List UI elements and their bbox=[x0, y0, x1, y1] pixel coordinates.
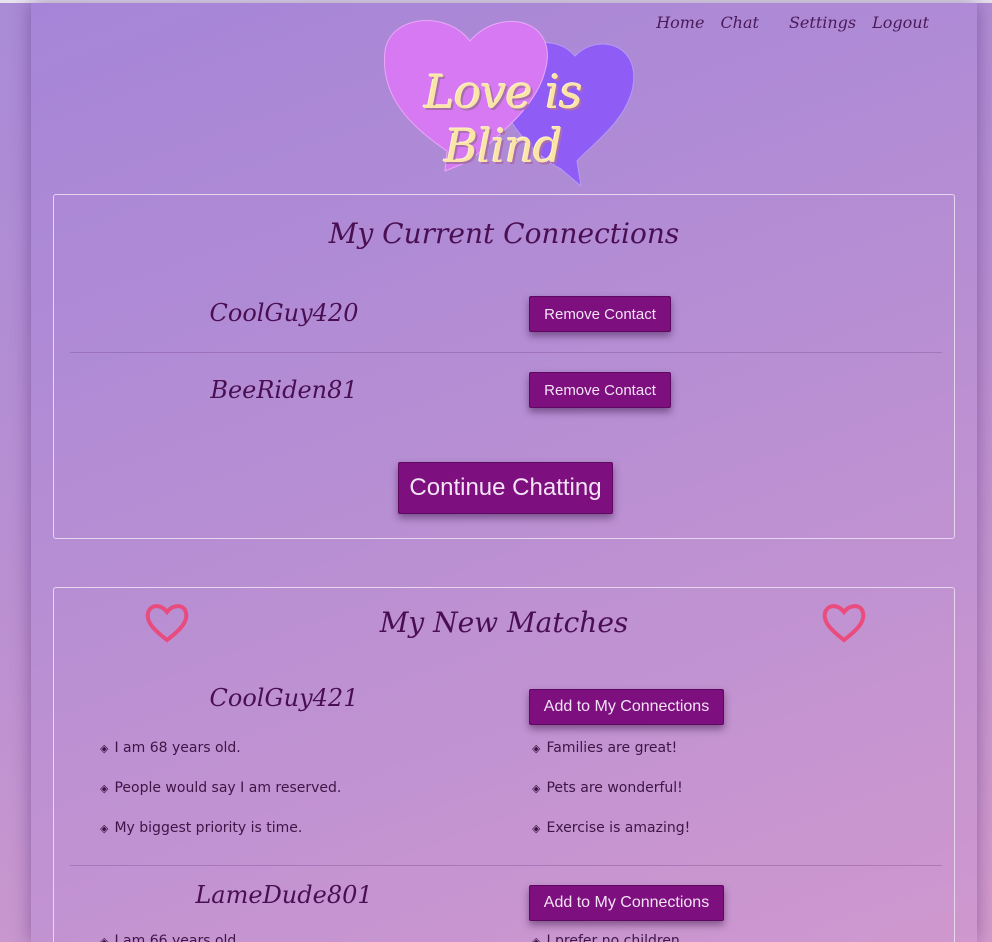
row-divider bbox=[70, 865, 942, 866]
page-container: Home Chat Settings Logout Love is Blind … bbox=[31, 3, 977, 942]
logo-text: Love is Blind bbox=[424, 65, 582, 173]
add-to-connections-button[interactable]: Add to My Connections bbox=[529, 885, 724, 921]
diamond-bullet-icon: ◈ bbox=[100, 822, 109, 835]
diamond-bullet-icon: ◈ bbox=[532, 782, 541, 795]
continue-chatting-button[interactable]: Continue Chatting bbox=[398, 462, 613, 514]
add-to-connections-button[interactable]: Add to My Connections bbox=[529, 689, 724, 725]
current-connections-title: My Current Connections bbox=[328, 217, 680, 250]
nav-settings-link[interactable]: Settings bbox=[781, 13, 864, 32]
diamond-bullet-icon: ◈ bbox=[532, 935, 541, 942]
match-fact: ◈ Families are great! bbox=[532, 740, 678, 756]
diamond-bullet-icon: ◈ bbox=[532, 742, 541, 755]
match-fact: ◈ I am 68 years old. bbox=[100, 740, 241, 756]
diamond-bullet-icon: ◈ bbox=[532, 822, 541, 835]
row-divider bbox=[70, 352, 942, 353]
match-fact: ◈ Pets are wonderful! bbox=[532, 780, 683, 796]
match-username: LameDude801 bbox=[195, 881, 373, 909]
match-fact: ◈ My biggest priority is time. bbox=[100, 820, 303, 836]
nav-logout-link[interactable]: Logout bbox=[864, 13, 937, 32]
remove-contact-button[interactable]: Remove Contact bbox=[529, 372, 671, 408]
top-nav: Home Chat Settings Logout bbox=[648, 13, 937, 32]
heart-icon bbox=[822, 604, 866, 643]
site-logo[interactable]: Love is Blind bbox=[365, 11, 641, 189]
match-fact: ◈ I prefer no children. bbox=[532, 933, 684, 942]
diamond-bullet-icon: ◈ bbox=[100, 935, 109, 942]
nav-chat-link[interactable]: Chat bbox=[712, 13, 767, 32]
connection-username: CoolGuy420 bbox=[209, 299, 359, 327]
remove-contact-button[interactable]: Remove Contact bbox=[529, 296, 671, 332]
diamond-bullet-icon: ◈ bbox=[100, 782, 109, 795]
match-username: CoolGuy421 bbox=[209, 684, 359, 712]
match-fact: ◈ I am 66 years old. bbox=[100, 933, 241, 942]
diamond-bullet-icon: ◈ bbox=[100, 742, 109, 755]
match-fact: ◈ People would say I am reserved. bbox=[100, 780, 342, 796]
nav-home-link[interactable]: Home bbox=[648, 13, 712, 32]
connection-username: BeeRiden81 bbox=[210, 376, 358, 404]
new-matches-title: My New Matches bbox=[379, 606, 629, 639]
current-connections-panel: My Current Connections CoolGuy420 Remove… bbox=[53, 194, 955, 539]
new-matches-panel: My New Matches CoolGuy421 Add to My Conn… bbox=[53, 587, 955, 942]
match-fact: ◈ Exercise is amazing! bbox=[532, 820, 691, 836]
